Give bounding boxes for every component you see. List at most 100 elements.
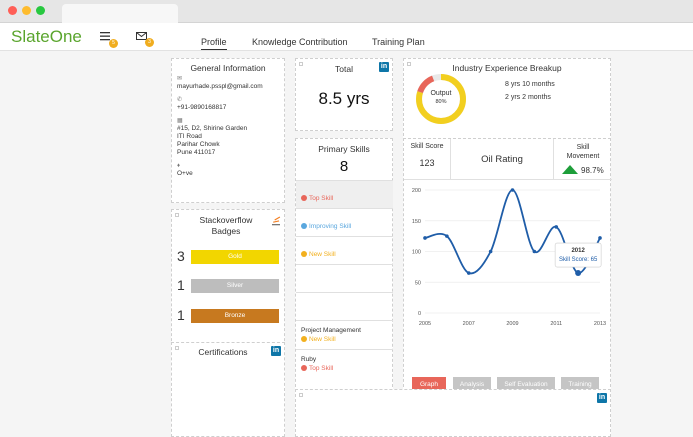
top-skill-dot bbox=[301, 195, 307, 202]
skill-movement-value: 98.7% bbox=[581, 166, 604, 175]
primary-skills-title: Primary Skills bbox=[318, 144, 370, 154]
y-tick-label: 0 bbox=[418, 311, 421, 317]
linkedin-icon[interactable]: in bbox=[379, 62, 389, 72]
data-point[interactable] bbox=[510, 188, 515, 192]
browser-chrome bbox=[0, 0, 693, 23]
stackoverflow-logo-icon bbox=[269, 215, 283, 229]
gold-badge-row: 3 Gold bbox=[177, 248, 282, 264]
skill-score-label: Skill Score bbox=[410, 143, 444, 150]
data-point[interactable] bbox=[423, 236, 427, 240]
maximize-window-dot[interactable] bbox=[36, 6, 45, 15]
card-checkbox[interactable] bbox=[175, 213, 179, 217]
data-point[interactable] bbox=[575, 270, 582, 277]
legend-top-skill[interactable]: Top Skill bbox=[296, 180, 393, 208]
x-tick-label: 2013 bbox=[594, 321, 606, 327]
skill-row-project-management[interactable]: Project Management New Skill bbox=[296, 320, 393, 349]
new-skill-dot bbox=[301, 336, 307, 343]
y-tick-label: 100 bbox=[412, 250, 421, 256]
y-tick-label: 200 bbox=[412, 188, 421, 194]
silver-badge-row: 1 Silver bbox=[177, 277, 282, 293]
primary-skills-count: 8 bbox=[339, 158, 349, 175]
data-point[interactable] bbox=[554, 225, 559, 229]
general-info-card: General Information ✉ mayurhade.psspl@gm… bbox=[171, 58, 285, 203]
skill-name: Ruby bbox=[301, 356, 317, 363]
stackoverflow-title: Stackoverflow Badges bbox=[199, 215, 253, 236]
chart-tooltip: 2012 Skill Score: 65 bbox=[554, 242, 602, 268]
certifications-card: Certifications in bbox=[171, 342, 285, 437]
card-checkbox[interactable] bbox=[299, 62, 303, 66]
skill-movement-box: Skill Movement 98.7% bbox=[554, 139, 612, 180]
tab-profile[interactable]: Profile bbox=[201, 37, 227, 50]
x-tick-label: 2007 bbox=[463, 321, 475, 327]
skill-score-card: Skill Score 123 Oil Rating Skill Movemen… bbox=[403, 138, 612, 402]
menu-icon[interactable]: 5 bbox=[100, 32, 118, 48]
tooltip-text: Skill Score: 65 bbox=[559, 257, 598, 263]
up-triangle-icon bbox=[562, 165, 578, 176]
card-checkbox[interactable] bbox=[175, 346, 179, 350]
data-point[interactable] bbox=[598, 236, 602, 240]
card-checkbox[interactable] bbox=[407, 62, 411, 66]
bronze-badge-row: 1 Bronze bbox=[177, 307, 282, 323]
industry-title: Industry Experience Breakup bbox=[452, 63, 562, 73]
bronze-badge-count: 1 bbox=[177, 307, 185, 323]
data-point[interactable] bbox=[532, 249, 537, 254]
address-line: #15, D2, Shirine Garden bbox=[177, 125, 248, 132]
address-line: Pune 411017 bbox=[177, 149, 216, 156]
email-text: mayurhade.psspl@gmail.com bbox=[177, 83, 263, 90]
card-checkbox[interactable] bbox=[299, 393, 303, 397]
close-window-dot[interactable] bbox=[8, 6, 17, 15]
skill-tag: New Skill bbox=[309, 336, 336, 343]
silver-badge-bar: Silver bbox=[191, 279, 279, 293]
silver-badge-count: 1 bbox=[177, 277, 185, 293]
skill-score-line-chart: 0 50 100 150 200 2005 2007 2009 2011 2013 2012 S… bbox=[412, 188, 606, 327]
y-tick-label: 50 bbox=[415, 280, 421, 286]
email-icon: ✉ bbox=[177, 76, 183, 82]
top-skill-dot bbox=[301, 365, 307, 372]
stackoverflow-card: Stackoverflow Badges 3 Gold 1 Silver 1 B… bbox=[171, 209, 285, 356]
data-point[interactable] bbox=[466, 271, 471, 275]
address-icon: ▦ bbox=[177, 118, 183, 124]
gold-badge-bar: Gold bbox=[191, 250, 279, 264]
data-point[interactable] bbox=[488, 249, 493, 254]
brand-logo[interactable]: SlateOne bbox=[11, 27, 82, 47]
app-header: SlateOne 5 3 Profile Knowledge Contribut… bbox=[0, 23, 693, 51]
blood-group-text: O+ve bbox=[177, 170, 193, 177]
donut-label: Output bbox=[430, 90, 452, 97]
linkedin-icon[interactable]: in bbox=[597, 393, 607, 403]
y-tick-label: 150 bbox=[412, 219, 421, 225]
skill-name: Project Management bbox=[301, 327, 361, 334]
browser-tab[interactable] bbox=[62, 4, 178, 23]
oil-rating-box: Oil Rating bbox=[451, 139, 554, 180]
experience-line: 2 yrs 2 months bbox=[505, 94, 551, 101]
skill-score-box: Skill Score 123 bbox=[404, 139, 451, 180]
linkedin-icon[interactable]: in bbox=[271, 346, 281, 356]
total-title: Total bbox=[335, 64, 353, 74]
mail-icon[interactable]: 3 bbox=[136, 32, 154, 47]
skill-row-ruby[interactable]: Ruby Top Skill bbox=[296, 349, 393, 378]
legend-improving-skill[interactable]: Improving Skill bbox=[296, 208, 393, 236]
general-info-title: General Information bbox=[190, 63, 266, 73]
minimize-window-dot[interactable] bbox=[22, 6, 31, 15]
donut-value: 80% bbox=[435, 99, 447, 105]
x-tick-label: 2011 bbox=[550, 321, 562, 327]
mail-badge: 3 bbox=[145, 38, 154, 47]
certifications-title: Certifications bbox=[198, 347, 248, 357]
data-point[interactable] bbox=[445, 234, 449, 238]
x-tick-label: 2009 bbox=[506, 321, 518, 327]
blood-drop-icon: ♦ bbox=[177, 163, 181, 169]
menu-badge: 5 bbox=[109, 39, 118, 48]
oil-rating-label: Oil Rating bbox=[481, 154, 523, 165]
app: SlateOne 5 3 Profile Knowledge Contribut… bbox=[0, 23, 693, 437]
experience-line: 8 yrs 10 months bbox=[505, 81, 555, 88]
total-card: in Total 8.5 yrs bbox=[295, 58, 393, 131]
tab-training-plan[interactable]: Training Plan bbox=[372, 37, 425, 47]
skill-score-value: 123 bbox=[419, 158, 435, 168]
address-line: Parihar Chowk bbox=[177, 141, 220, 148]
tab-knowledge-contribution[interactable]: Knowledge Contribution bbox=[252, 37, 348, 47]
legend-new-skill[interactable]: New Skill bbox=[296, 236, 393, 264]
tooltip-year: 2012 bbox=[571, 248, 585, 254]
bronze-badge-bar: Bronze bbox=[191, 309, 279, 323]
total-value: 8.5 yrs bbox=[318, 89, 370, 108]
skill-movement-label: Skill Movement bbox=[566, 144, 600, 160]
x-tick-label: 2005 bbox=[419, 321, 431, 327]
